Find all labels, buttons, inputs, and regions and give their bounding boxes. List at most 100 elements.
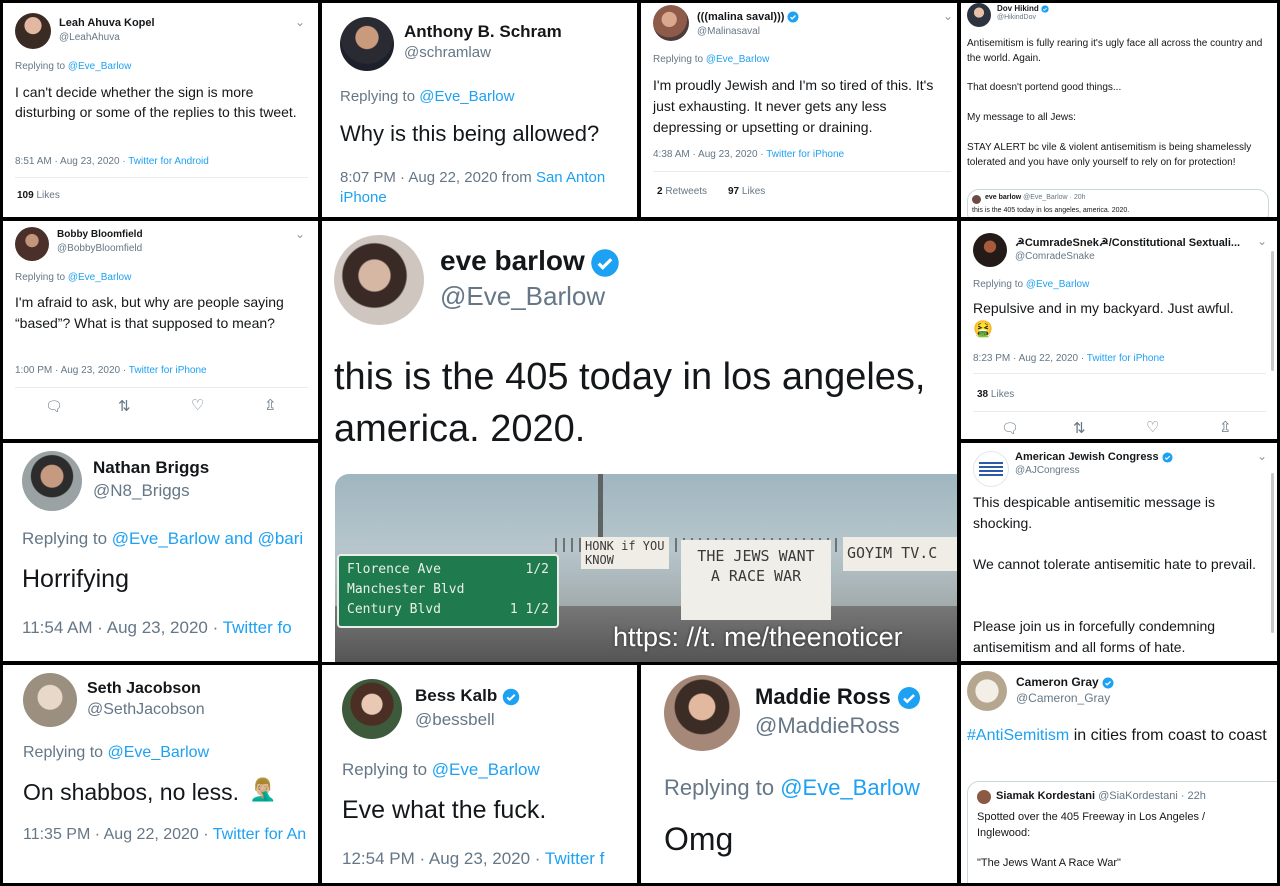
chevron-down-icon[interactable]: ⌄ [295, 15, 305, 29]
avatar[interactable] [340, 17, 394, 71]
tweet-card-anthony[interactable]: Anthony B. Schram @schramlaw Replying to… [322, 3, 637, 217]
tweet-card-seth[interactable]: Seth Jacobson @SethJacobson Replying to … [3, 665, 318, 883]
author-name[interactable]: Bobby Bloomfield [57, 229, 143, 240]
author-handle[interactable]: @Eve_Barlow [440, 281, 605, 312]
avatar[interactable] [23, 673, 77, 727]
likes-stat[interactable]: 109 Likes [17, 190, 60, 201]
mention-link[interactable]: @Eve_Barlow [1026, 279, 1090, 290]
timestamp[interactable]: 1:00 PM · Aug 23, 2020 · [15, 365, 126, 376]
quoted-tweet[interactable]: Siamak Kordestani @SiaKordestani · 22h S… [967, 781, 1277, 883]
timestamp[interactable]: 8:51 AM · Aug 23, 2020 · [15, 156, 126, 167]
source-link[interactable]: Twitter for Android [128, 156, 209, 167]
author-handle[interactable]: @Cameron_Gray [1016, 691, 1110, 705]
avatar[interactable] [22, 451, 82, 511]
mention-link[interactable]: @Eve_Barlow [68, 61, 132, 72]
avatar[interactable] [973, 233, 1007, 267]
author-handle[interactable]: @AJCongress [1015, 465, 1080, 476]
author-name[interactable]: Leah Ahuva Kopel [59, 17, 155, 29]
timestamp[interactable]: 12:54 PM · Aug 23, 2020 · [342, 849, 540, 868]
author-handle[interactable]: @N8_Briggs [93, 481, 190, 501]
likes-stat[interactable]: 38 Likes [977, 389, 1014, 400]
scrollbar[interactable] [1271, 473, 1274, 633]
avatar[interactable] [15, 13, 51, 49]
source-link[interactable]: Twitter f [545, 849, 605, 868]
hashtag-link[interactable]: #AntiSemitism [967, 727, 1069, 744]
like-icon[interactable]: ♡ [1146, 418, 1159, 436]
chevron-down-icon[interactable]: ⌄ [295, 227, 305, 241]
author-name[interactable]: American Jewish Congress [1015, 451, 1159, 463]
author-name[interactable]: Bess Kalb [415, 686, 497, 705]
share-icon[interactable]: ⇫ [1219, 418, 1232, 436]
avatar[interactable] [967, 3, 991, 27]
tweet-card-dov[interactable]: Dov Hikind @HikindDov Antisemitism is fu… [961, 3, 1277, 217]
tweet-card-leah[interactable]: Leah Ahuva Kopel @LeahAhuva ⌄ Replying t… [3, 3, 318, 217]
timestamp[interactable]: 11:54 AM · Aug 23, 2020 · [22, 618, 218, 637]
author-name[interactable]: Maddie Ross [755, 684, 891, 709]
mention-link[interactable]: @Eve_Barlow [432, 760, 540, 779]
author-handle[interactable]: @LeahAhuva [59, 32, 120, 43]
author-name[interactable]: eve barlow [440, 245, 585, 277]
source-link[interactable]: Twitter for iPhone [1087, 353, 1165, 364]
avatar[interactable] [664, 675, 740, 751]
retweet-icon[interactable]: ⇅ [1073, 419, 1086, 437]
author-name[interactable]: Nathan Briggs [93, 458, 209, 478]
avatar[interactable] [15, 227, 49, 261]
likes-stat[interactable]: 97 Likes [728, 186, 765, 197]
source-link[interactable]: iPhone [340, 189, 387, 206]
timestamp[interactable]: 8:23 PM · Aug 22, 2020 · [973, 353, 1084, 364]
tweet-card-cameron[interactable]: Cameron Gray @Cameron_Gray #AntiSemitism… [961, 665, 1277, 883]
author-handle[interactable]: @ComradeSnake [1015, 251, 1095, 262]
mention-link[interactable]: @Eve_Barlow [780, 775, 920, 800]
author-name[interactable]: Anthony B. Schram [404, 22, 562, 42]
mention-link[interactable]: @Eve_Barlow [68, 272, 132, 283]
tweet-card-bess[interactable]: Bess Kalb @bessbell Replying to @Eve_Bar… [322, 665, 637, 883]
author-name[interactable]: Dov Hikind [997, 4, 1039, 13]
timestamp[interactable]: 4:38 AM · Aug 23, 2020 · [653, 149, 764, 160]
source-link[interactable]: Twitter fo [223, 618, 292, 637]
avatar[interactable] [334, 235, 424, 325]
author-name[interactable]: (((malina saval))) [697, 11, 784, 23]
tweet-card-maddie[interactable]: Maddie Ross @MaddieRoss Replying to @Eve… [641, 665, 957, 883]
source-link[interactable]: Twitter for iPhone [129, 365, 207, 376]
author-handle[interactable]: @HikindDov [997, 14, 1036, 21]
scrollbar[interactable] [1271, 251, 1274, 371]
timestamp[interactable]: 11:35 PM · Aug 22, 2020 · [23, 826, 209, 843]
author-name[interactable]: Seth Jacobson [87, 680, 201, 698]
timestamp[interactable]: 8:07 PM · Aug 22, 2020 from [340, 169, 532, 186]
mention-link[interactable]: @Eve_Barlow and @bari [112, 529, 303, 548]
author-handle[interactable]: @Malinasaval [697, 26, 760, 37]
chevron-down-icon[interactable]: ⌄ [1257, 449, 1267, 463]
tweet-card-cumradesnek[interactable]: ☭CumradeSnek☭/Constitutional Sextuali...… [961, 221, 1277, 439]
chevron-down-icon[interactable]: ⌄ [1257, 234, 1267, 248]
mention-link[interactable]: @Eve_Barlow [706, 54, 770, 65]
tweet-card-malina[interactable]: (((malina saval))) @Malinasaval ⌄ Replyi… [641, 3, 957, 217]
mention-link[interactable]: @Eve_Barlow [108, 744, 210, 761]
tweet-card-ajc[interactable]: American Jewish Congress @AJCongress ⌄ T… [961, 443, 1277, 661]
reply-icon[interactable]: 🗨 [45, 398, 63, 415]
avatar[interactable] [342, 679, 402, 739]
avatar[interactable] [967, 671, 1007, 711]
like-icon[interactable]: ♡ [191, 396, 204, 414]
tweet-card-bobby[interactable]: Bobby Bloomfield @BobbyBloomfield ⌄ Repl… [3, 221, 318, 439]
avatar[interactable] [653, 5, 689, 41]
tweet-card-eve-barlow[interactable]: eve barlow @Eve_Barlow this is the 405 t… [322, 221, 957, 662]
tweet-photo[interactable]: Florence Ave 1/2 Manchester Blvd Century … [335, 474, 957, 662]
mention-link[interactable]: @Eve_Barlow [419, 88, 514, 105]
reply-icon[interactable]: 🗨 [1001, 420, 1019, 437]
quoted-tweet[interactable]: eve barlow @Eve_Barlow · 20h this is the… [967, 189, 1269, 217]
author-name[interactable]: ☭CumradeSnek☭/Constitutional Sextuali... [1015, 236, 1240, 249]
chevron-down-icon[interactable]: ⌄ [943, 9, 953, 23]
retweet-icon[interactable]: ⇅ [118, 397, 131, 415]
source-link[interactable]: Twitter for iPhone [766, 149, 844, 160]
source-link[interactable]: Twitter for An [213, 826, 306, 843]
author-handle[interactable]: @BobbyBloomfield [57, 243, 142, 254]
author-handle[interactable]: @bessbell [415, 710, 495, 730]
author-handle[interactable]: @SethJacobson [87, 701, 205, 719]
location-link[interactable]: San Anton [536, 169, 605, 186]
retweets-stat[interactable]: 2 Retweets [657, 186, 707, 197]
author-handle[interactable]: @schramlaw [404, 44, 491, 61]
avatar[interactable] [973, 451, 1009, 487]
author-handle[interactable]: @MaddieRoss [755, 713, 900, 739]
tweet-card-nathan[interactable]: Nathan Briggs @N8_Briggs Replying to @Ev… [3, 443, 318, 661]
share-icon[interactable]: ⇫ [264, 396, 277, 414]
